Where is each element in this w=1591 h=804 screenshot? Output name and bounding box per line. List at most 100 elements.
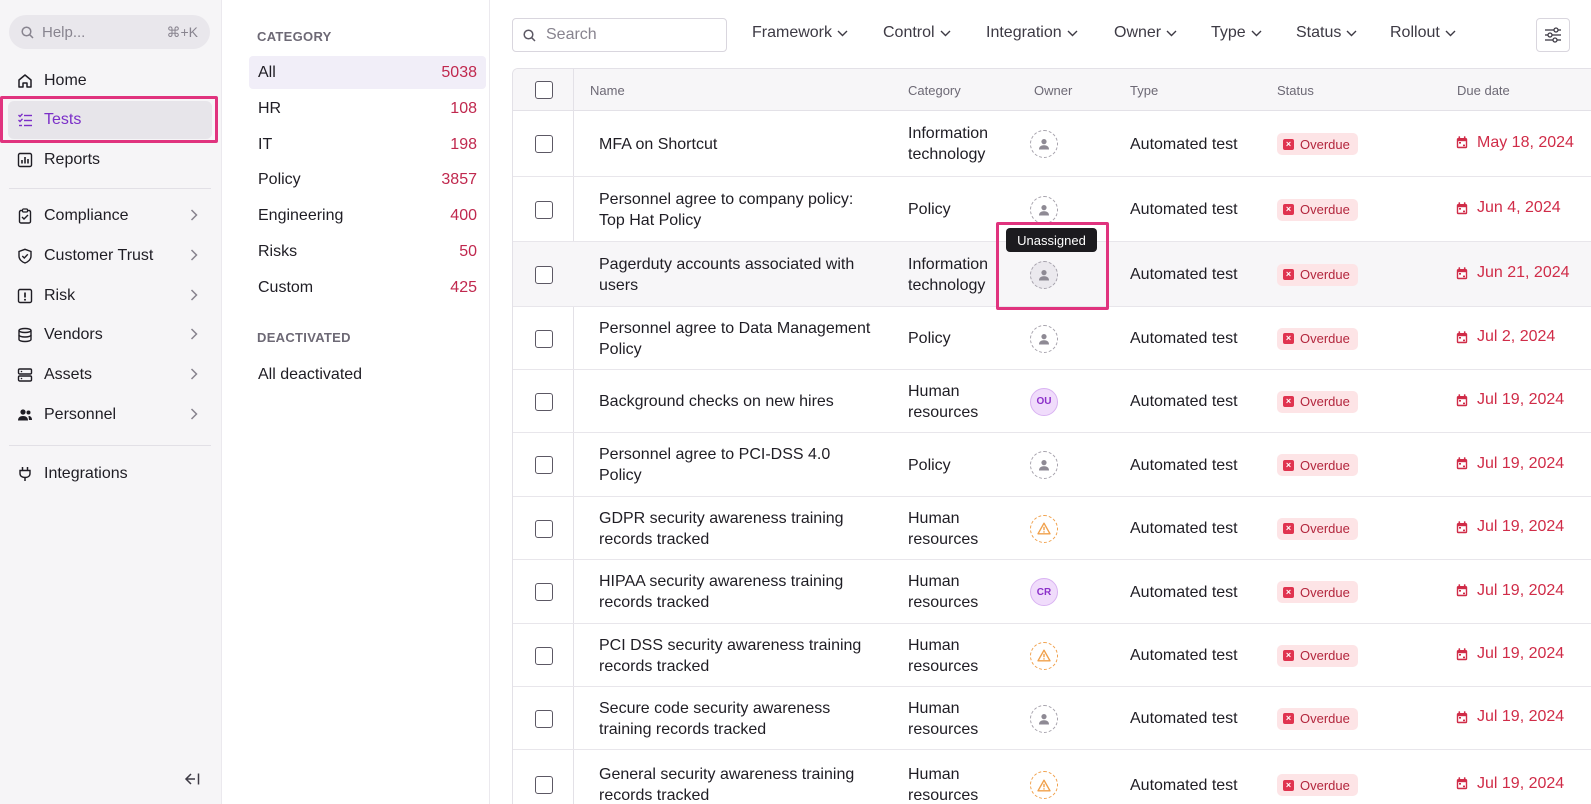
column-header-category[interactable]: Category: [908, 83, 961, 98]
filter-owner[interactable]: Owner: [1114, 24, 1177, 42]
status-label: Overdue: [1300, 777, 1350, 793]
sidebar-item-customer-trust[interactable]: Customer Trust: [8, 237, 212, 275]
column-header-name[interactable]: Name: [590, 83, 625, 98]
filter-control[interactable]: Control: [883, 24, 951, 42]
filter-integration[interactable]: Integration: [986, 24, 1078, 42]
sidebar-item-personnel[interactable]: Personnel: [8, 396, 212, 434]
table-settings-button[interactable]: [1536, 18, 1570, 52]
sidebar-item-integrations[interactable]: Integrations: [8, 455, 212, 493]
table-row[interactable]: HIPAA security awareness training records…: [513, 560, 1591, 624]
sidebar-item-risk[interactable]: Risk: [8, 277, 212, 315]
column-header-type[interactable]: Type: [1130, 83, 1158, 98]
table-row[interactable]: Background checks on new hires Human resou…: [513, 370, 1591, 433]
row-checkbox[interactable]: [535, 456, 553, 474]
owner-unassigned-avatar[interactable]: [1030, 260, 1058, 289]
row-checkbox[interactable]: [535, 519, 553, 538]
row-checkbox[interactable]: [535, 265, 553, 284]
owner-unassigned-avatar[interactable]: [1030, 451, 1058, 479]
filter-framework[interactable]: Framework: [752, 24, 848, 42]
close-square-icon: ×: [1283, 204, 1294, 215]
test-name[interactable]: Background checks on new hires: [599, 391, 879, 412]
category-item-custom[interactable]: Custom 425: [249, 271, 486, 304]
row-checkbox[interactable]: [535, 646, 553, 665]
select-all-checkbox[interactable]: [535, 81, 553, 99]
chevron-down-icon: [1346, 30, 1357, 36]
test-name[interactable]: Pagerduty accounts associated with users: [599, 254, 879, 296]
sidebar-item-compliance[interactable]: Compliance: [8, 197, 212, 235]
filter-type[interactable]: Type: [1211, 24, 1262, 42]
status-badge: × Overdue: [1277, 644, 1358, 667]
close-square-icon: ×: [1283, 779, 1294, 791]
column-header-owner[interactable]: Owner: [1034, 83, 1072, 98]
category-item-all[interactable]: All 5038: [249, 56, 486, 89]
owner-unassigned-avatar[interactable]: [1030, 704, 1058, 733]
table-row[interactable]: Personnel agree to PCI-DSS 4.0 Policy Poli…: [513, 433, 1591, 497]
table-row[interactable]: General security awareness training recor…: [513, 750, 1591, 804]
collapse-sidebar-button[interactable]: [184, 772, 200, 791]
filter-status[interactable]: Status: [1296, 24, 1357, 42]
row-checkbox[interactable]: [535, 200, 553, 219]
category-item-hr[interactable]: HR 108: [249, 92, 486, 125]
column-header-due-date[interactable]: Due date: [1457, 83, 1510, 98]
filter-rollout[interactable]: Rollout: [1390, 24, 1456, 42]
sidebar-item-reports[interactable]: Reports: [8, 141, 212, 179]
table-row[interactable]: MFA on Shortcut Information technology Auto…: [513, 111, 1591, 177]
due-date-text: Jul 2, 2024: [1477, 328, 1556, 345]
test-name[interactable]: MFA on Shortcut: [599, 134, 879, 155]
owner-warning-avatar[interactable]: [1030, 514, 1058, 543]
category-item-engineering[interactable]: Engineering 400: [249, 199, 486, 232]
table-row[interactable]: Personnel agree to Data Management Policy…: [513, 307, 1591, 370]
sidebar-item-tests[interactable]: Tests: [8, 101, 212, 139]
status-label: Overdue: [1300, 521, 1350, 536]
home-icon: [16, 72, 34, 90]
row-checkbox[interactable]: [535, 392, 553, 411]
sidebar-item-assets[interactable]: Assets: [8, 356, 212, 394]
category-item-all-deactivated[interactable]: All deactivated: [249, 358, 486, 391]
sidebar-item-vendors[interactable]: Vendors: [8, 316, 212, 354]
owner-avatar[interactable]: OU: [1030, 387, 1058, 416]
row-checkbox[interactable]: [535, 709, 553, 728]
sidebar-item-label: Home: [44, 72, 87, 89]
row-checkbox[interactable]: [535, 329, 553, 348]
owner-unassigned-avatar[interactable]: [1030, 324, 1058, 353]
search-input[interactable]: Search: [512, 18, 727, 52]
category-item-risks[interactable]: Risks 50: [249, 235, 486, 268]
owner-warning-avatar[interactable]: [1030, 771, 1058, 799]
test-name-line: Background checks on new hires: [599, 393, 834, 410]
category-item-policy[interactable]: Policy 3857: [249, 163, 486, 196]
category-item-it[interactable]: IT 198: [249, 128, 486, 161]
status-badge: × Overdue: [1277, 581, 1358, 603]
category-count: 198: [450, 135, 477, 153]
test-name[interactable]: GDPR security awareness training records …: [599, 508, 879, 550]
collapse-left-icon: [184, 773, 200, 785]
table-row[interactable]: Secure code security awareness training r…: [513, 687, 1591, 750]
test-name[interactable]: Personnel agree to PCI-DSS 4.0 Policy: [599, 444, 879, 486]
due-date: May 18, 2024: [1456, 134, 1574, 152]
test-name[interactable]: Personnel agree to company policy: Top Ha…: [599, 189, 879, 231]
row-checkbox[interactable]: [535, 135, 553, 153]
sidebar-item-home[interactable]: Home: [8, 62, 212, 100]
test-name[interactable]: HIPAA security awareness training records…: [599, 571, 879, 613]
table-row[interactable]: PCI DSS security awareness training recor…: [513, 624, 1591, 687]
warning-icon: [1037, 649, 1051, 662]
category-label: All: [258, 63, 276, 81]
deactivated-heading: DEACTIVATED: [257, 330, 351, 345]
test-name[interactable]: Personnel agree to Data Management Policy: [599, 318, 879, 360]
row-checkbox[interactable]: [535, 583, 553, 601]
owner-unassigned-avatar[interactable]: [1030, 195, 1058, 224]
owner-unassigned-avatar[interactable]: [1030, 130, 1058, 158]
owner-warning-avatar[interactable]: [1030, 641, 1058, 670]
test-type: Automated test: [1130, 647, 1238, 664]
test-name[interactable]: PCI DSS security awareness training recor…: [599, 635, 879, 677]
test-name[interactable]: Secure code security awareness training r…: [599, 698, 879, 740]
column-header-status[interactable]: Status: [1277, 83, 1314, 98]
row-checkbox[interactable]: [535, 776, 553, 794]
table-row[interactable]: GDPR security awareness training records …: [513, 497, 1591, 560]
calendar-icon: [1456, 201, 1468, 214]
test-name[interactable]: General security awareness training recor…: [599, 764, 879, 804]
test-category-line: resources: [908, 657, 979, 675]
test-type: Automated test: [1130, 456, 1238, 474]
help-search[interactable]: Help... ⌘+K: [9, 15, 210, 49]
owner-avatar[interactable]: CR: [1030, 578, 1058, 606]
owner-tooltip: Unassigned: [1006, 228, 1097, 252]
